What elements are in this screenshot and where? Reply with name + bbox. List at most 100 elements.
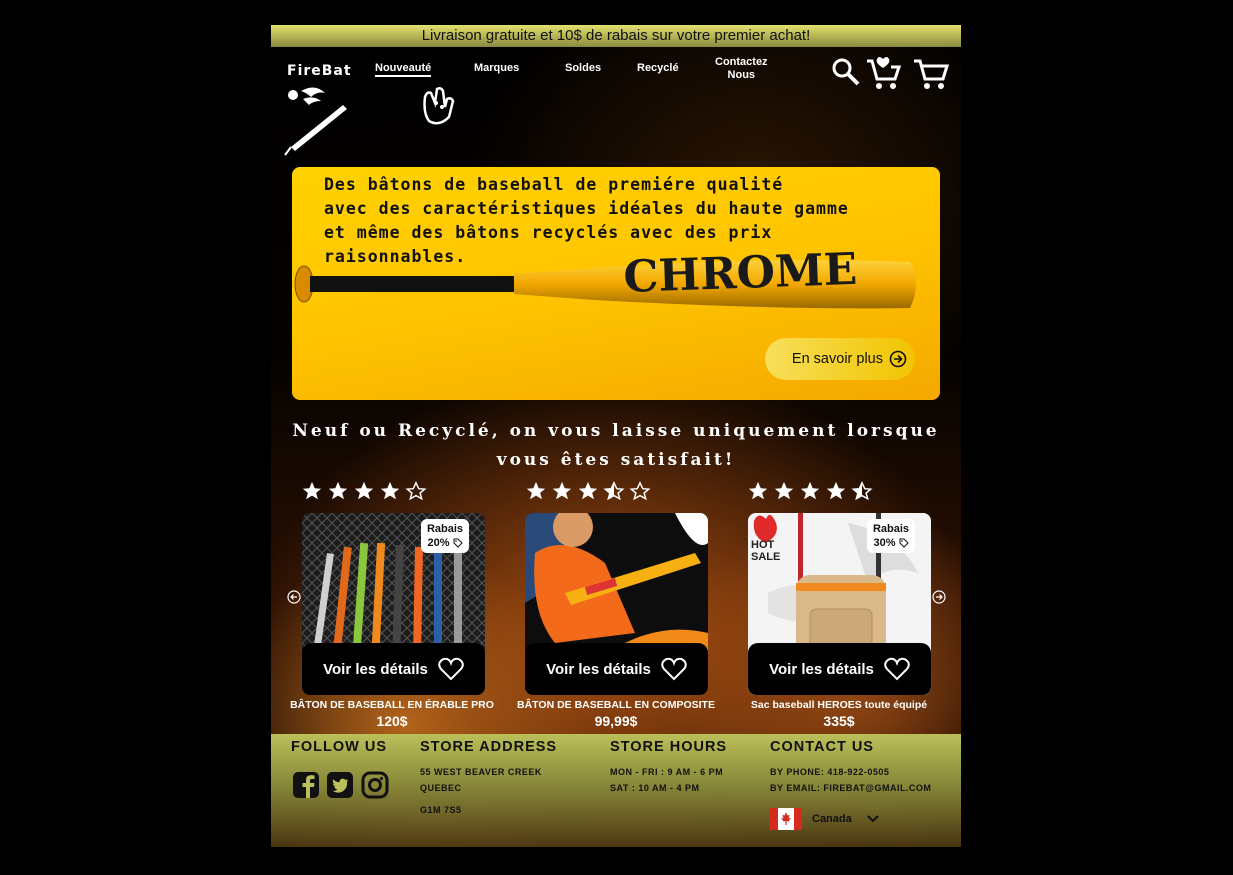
discount-badge: Rabais 30% <box>867 519 915 553</box>
logo-text: FireBat <box>287 63 352 79</box>
star-full-icon <box>551 480 573 507</box>
hero-banner: Des bâtons de baseball de premiére quali… <box>292 167 940 400</box>
address-line-1: 55 WEST BEAVER CREEK <box>420 767 542 777</box>
carousel-prev-icon[interactable] <box>287 590 301 604</box>
nav-recycle[interactable]: Recyclé <box>637 62 679 74</box>
view-details-button[interactable]: Voir les détails <box>302 643 485 695</box>
discount-badge-value: 20% <box>421 536 469 550</box>
chevron-down-icon <box>867 815 879 823</box>
hero-bat-image: CHROME <box>294 252 916 309</box>
address-line-3: G1M 7S5 <box>420 805 462 815</box>
star-full-icon <box>353 480 375 507</box>
star-full-icon <box>799 480 821 507</box>
tagline: Neuf ou Recyclé, on vous laisse uniqueme… <box>271 417 961 475</box>
star-full-icon <box>825 480 847 507</box>
star-half-icon <box>851 480 873 507</box>
tagline-line-1: Neuf ou Recyclé, on vous laisse uniqueme… <box>292 421 940 441</box>
nav-recycle-label: Recyclé <box>637 62 679 74</box>
wishlist-cart-icon[interactable] <box>865 55 903 93</box>
discount-badge-label: Rabais <box>426 523 464 535</box>
view-details-label: Voir les détails <box>546 660 651 678</box>
product-1-price: 120$ <box>376 713 408 729</box>
product-3-name: Sac baseball HEROES toute équipé <box>750 699 928 711</box>
product-2-name: BÂTON DE BASEBALL EN COMPOSITE <box>517 699 715 711</box>
contact-us-title: CONTACT US <box>770 739 874 755</box>
product-1-name: BÂTON DE BASEBALL EN ÉRABLE PRO <box>290 699 494 711</box>
cart-icon[interactable] <box>912 57 950 93</box>
star-full-icon <box>525 480 547 507</box>
hot-label: HOT <box>751 539 775 551</box>
page-frame: Livraison gratuite et 10$ de rabais sur … <box>271 25 961 847</box>
country-label: Canada <box>812 813 852 825</box>
star-full-icon <box>773 480 795 507</box>
nav-soldes[interactable]: Soldes <box>565 62 601 74</box>
tag-icon <box>899 538 909 548</box>
product-card-3[interactable]: HOT SALE Rabais 30% Voir les détails <box>748 513 931 695</box>
view-details-label: Voir les détails <box>323 660 428 678</box>
instagram-icon[interactable] <box>361 771 389 799</box>
address-line-2: QUEBEC <box>420 783 462 793</box>
star-full-icon <box>379 480 401 507</box>
nav-contact[interactable]: Contactez Nous <box>715 56 768 82</box>
product-card-2[interactable]: Voir les détails <box>525 513 708 695</box>
hero-line-2: avec des caractéristiques idéales du hau… <box>324 199 849 218</box>
arrow-right-circle-icon <box>889 350 907 368</box>
promo-banner: Livraison gratuite et 10$ de rabais sur … <box>271 25 961 47</box>
discount-badge-value: 30% <box>867 536 915 550</box>
star-half-icon <box>603 480 625 507</box>
hot-sale-badge: HOT SALE <box>751 539 780 563</box>
view-details-button[interactable]: Voir les détails <box>525 643 708 695</box>
twitter-icon[interactable] <box>326 771 354 799</box>
nav-nouveaute-label: Nouveauté <box>375 62 432 74</box>
star-full-icon <box>327 480 349 507</box>
footer: FOLLOW US STORE ADDRESS 55 WEST BEAVER C… <box>271 734 961 847</box>
bat-brand-text: CHROME <box>623 252 858 303</box>
follow-us-title: FOLLOW US <box>291 739 387 755</box>
carousel-next-icon[interactable] <box>932 590 946 604</box>
discount-badge-label: Rabais <box>872 523 910 535</box>
heart-icon[interactable] <box>661 657 687 681</box>
nav-nouveaute[interactable]: Nouveauté <box>375 62 432 77</box>
nav-marques-label: Marques <box>474 62 520 74</box>
bat-logo-icon <box>284 87 347 156</box>
nav-contact-label-1: Contactez <box>715 56 768 68</box>
hours-line-1: MON - FRI : 9 AM - 6 PM <box>610 767 724 777</box>
product-3-price: 335$ <box>823 713 855 729</box>
star-empty-icon <box>629 480 651 507</box>
product-2-price: 99,99$ <box>594 713 638 729</box>
heart-icon[interactable] <box>438 657 464 681</box>
contact-phone: BY PHONE: 418-922-0505 <box>770 767 890 777</box>
view-details-label: Voir les détails <box>769 660 874 678</box>
search-icon[interactable] <box>831 57 861 87</box>
star-full-icon <box>301 480 323 507</box>
logo[interactable]: FireBat <box>284 63 357 158</box>
star-full-icon <box>577 480 599 507</box>
hours-line-2: SAT : 10 AM - 4 PM <box>610 783 700 793</box>
sale-label: SALE <box>751 551 781 563</box>
learn-more-label: En savoir plus <box>791 351 883 367</box>
nav-soldes-label: Soldes <box>565 62 602 74</box>
view-details-button[interactable]: Voir les détails <box>748 643 931 695</box>
discount-badge: Rabais 20% <box>421 519 469 553</box>
learn-more-button[interactable]: En savoir plus <box>765 338 915 380</box>
store-address-title: STORE ADDRESS <box>420 739 558 755</box>
store-hours-title: STORE HOURS <box>610 739 728 755</box>
tag-icon <box>453 538 463 548</box>
contact-email: BY EMAIL: FIREBAT@GMAIL.COM <box>770 783 932 793</box>
promo-banner-text: Livraison gratuite et 10$ de rabais sur … <box>421 27 811 44</box>
product-card-1[interactable]: Rabais 20% Voir les détails <box>302 513 485 695</box>
nav-marques[interactable]: Marques <box>474 62 519 74</box>
tagline-line-2: vous êtes satisfait! <box>496 450 736 470</box>
star-full-icon <box>747 480 769 507</box>
star-empty-icon <box>405 480 427 507</box>
product-2-rating <box>525 480 651 507</box>
glove-icon <box>423 87 455 125</box>
hero-line-1: Des bâtons de baseball de premiére quali… <box>324 175 784 194</box>
product-1-rating <box>301 480 427 507</box>
nav-contact-label-2: Nous <box>727 69 756 81</box>
canada-flag-icon <box>770 808 802 830</box>
product-3-rating <box>747 480 873 507</box>
country-selector[interactable]: Canada <box>770 808 880 830</box>
heart-icon[interactable] <box>884 657 910 681</box>
facebook-icon[interactable] <box>292 771 320 799</box>
